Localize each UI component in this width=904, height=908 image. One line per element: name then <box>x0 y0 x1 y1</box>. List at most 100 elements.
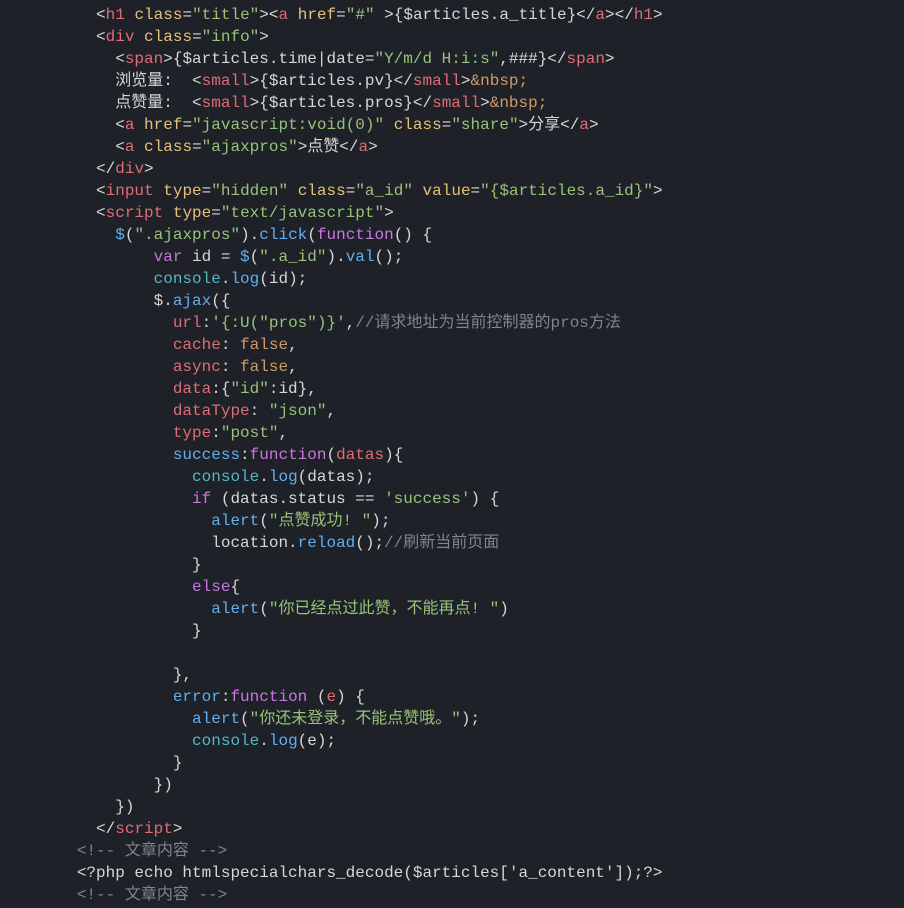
code-token: > <box>653 182 663 200</box>
code-token: : <box>221 688 231 706</box>
code-token: < <box>0 28 106 46</box>
code-token: "post" <box>221 424 279 442</box>
code-token: 'success' <box>384 490 470 508</box>
code-line: <a class="ajaxpros">点赞</a> <box>0 138 378 156</box>
code-token <box>0 358 173 376</box>
code-token: = <box>202 182 212 200</box>
code-token <box>0 314 173 332</box>
code-token: log <box>269 732 298 750</box>
code-token: (); <box>375 248 404 266</box>
code-token: , <box>326 402 336 420</box>
code-token: alert <box>192 710 240 728</box>
code-line: error:function (e) { <box>0 688 365 706</box>
code-token: $ <box>115 226 125 244</box>
code-token: / <box>106 160 116 178</box>
code-token: . <box>259 468 269 486</box>
code-token: . <box>259 732 269 750</box>
code-token: small <box>413 72 461 90</box>
code-line: 浏览量: <small>{$articles.pv}</small>&nbsp; <box>0 72 528 90</box>
code-token: console <box>192 732 259 750</box>
code-token: > <box>605 50 615 68</box>
code-token <box>288 6 298 24</box>
code-token <box>134 116 144 134</box>
code-token: a <box>125 138 135 156</box>
code-token: "hidden" <box>211 182 288 200</box>
code-token: &nbsp; <box>471 72 529 90</box>
code-token: "点赞成功! " <box>269 512 371 530</box>
code-token: ( <box>307 226 317 244</box>
code-token: function <box>317 226 394 244</box>
code-token: a <box>279 6 289 24</box>
code-line: success:function(datas){ <box>0 446 403 464</box>
code-token: ) <box>499 600 509 618</box>
code-token <box>0 512 211 530</box>
code-token: div <box>115 160 144 178</box>
code-token: (e); <box>298 732 336 750</box>
code-token: "#" <box>346 6 375 24</box>
code-token: id = <box>182 248 240 266</box>
code-token: : <box>221 336 240 354</box>
code-token: = <box>442 116 452 134</box>
code-token: ); <box>461 710 480 728</box>
code-token: ) { <box>470 490 499 508</box>
code-token: function <box>230 688 307 706</box>
code-token: url <box>173 314 202 332</box>
code-token: a <box>595 6 605 24</box>
code-token: :{ <box>211 380 230 398</box>
code-token: :id}, <box>269 380 317 398</box>
code-token: small <box>432 94 480 112</box>
code-token <box>0 688 173 706</box>
code-token: ajax <box>173 292 211 310</box>
code-token: > <box>259 28 269 46</box>
code-token: (datas.status == <box>211 490 384 508</box>
code-line: var id = $(".a_id").val(); <box>0 248 403 266</box>
code-token <box>134 28 144 46</box>
code-line: <input type="hidden" class="a_id" value=… <box>0 182 663 200</box>
code-token <box>0 226 115 244</box>
code-token: class <box>298 182 346 200</box>
code-token: var <box>154 248 183 266</box>
code-token: = <box>182 6 192 24</box>
code-line: } <box>0 556 202 574</box>
code-token <box>0 270 154 288</box>
code-token: type <box>163 182 201 200</box>
code-token: < <box>0 138 125 156</box>
code-token: a <box>125 116 135 134</box>
code-line: alert("你已经点过此赞，不能再点! ") <box>0 600 509 618</box>
code-token <box>0 600 211 618</box>
code-token: < <box>0 6 106 24</box>
code-token: '{:U("pros")}' <box>211 314 345 332</box>
code-token <box>0 402 173 420</box>
code-token <box>134 138 144 156</box>
code-token: small <box>202 94 250 112</box>
code-token: click <box>259 226 307 244</box>
code-token <box>0 842 77 860</box>
code-token: async <box>173 358 221 376</box>
code-token: >{$articles.pv}< <box>250 72 404 90</box>
code-editor[interactable]: <h1 class="title"><a href="#" >{$article… <box>0 0 904 906</box>
code-token <box>154 182 164 200</box>
code-token: > <box>144 160 154 178</box>
code-line: <!-- 文章内容 --> <box>0 886 227 904</box>
code-line: 点赞量: <small>{$articles.pros}</small>&nbs… <box>0 94 547 112</box>
code-line: <script type="text/javascript"> <box>0 204 394 222</box>
code-token: "a_id" <box>355 182 413 200</box>
code-line: </div> <box>0 160 154 178</box>
code-line: else{ <box>0 578 240 596</box>
code-token: "share" <box>451 116 518 134</box>
code-line: <?php echo htmlspecialchars_decode($arti… <box>0 864 663 882</box>
code-token: : <box>221 358 240 376</box>
code-line: alert("你还未登录，不能点赞哦。"); <box>0 710 480 728</box>
code-token: <!-- 文章内容 --> <box>77 842 227 860</box>
code-token <box>0 490 192 508</box>
code-token <box>0 732 192 750</box>
code-token: } <box>0 622 202 640</box>
code-token: > <box>461 72 471 90</box>
code-token: / <box>624 6 634 24</box>
code-line: $(".ajaxpros").click(function() { <box>0 226 432 244</box>
code-token: console <box>154 270 221 288</box>
code-token: log <box>269 468 298 486</box>
code-token: log <box>230 270 259 288</box>
code-token <box>0 710 192 728</box>
code-token: ( <box>259 600 269 618</box>
